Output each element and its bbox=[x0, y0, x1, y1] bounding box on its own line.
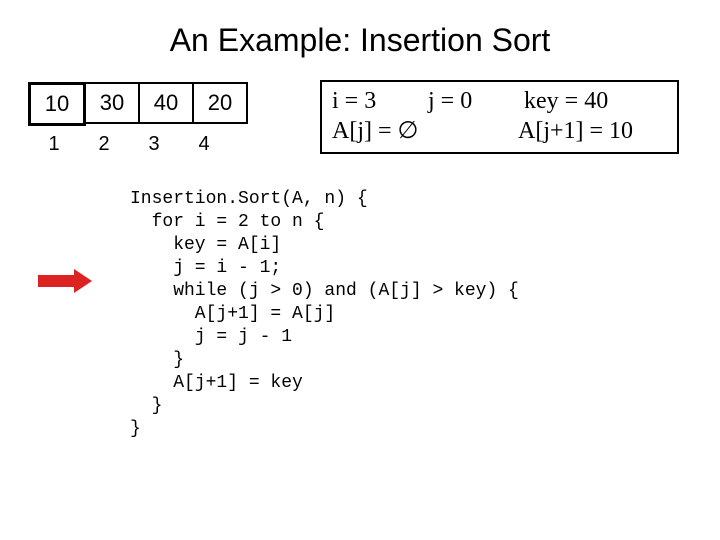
index-label: 3 bbox=[128, 130, 180, 158]
array-cell: 30 bbox=[84, 82, 140, 124]
state-aj: A[j] = ∅ bbox=[332, 116, 512, 146]
arrow-stem bbox=[38, 275, 74, 287]
index-label: 1 bbox=[28, 130, 80, 158]
index-label: 4 bbox=[178, 130, 230, 158]
state-row-1: i = 3 j = 0 key = 40 bbox=[332, 86, 667, 116]
state-i: i = 3 bbox=[332, 86, 422, 116]
state-key: key = 40 bbox=[524, 86, 608, 116]
pointer-arrow-icon bbox=[38, 270, 96, 292]
state-box: i = 3 j = 0 key = 40 A[j] = ∅ A[j+1] = 1… bbox=[320, 80, 679, 154]
index-label: 2 bbox=[78, 130, 130, 158]
array-cell: 10 bbox=[28, 82, 86, 126]
state-ajp1: A[j+1] = 10 bbox=[518, 116, 633, 146]
pseudocode: Insertion.Sort(A, n) { for i = 2 to n { … bbox=[130, 188, 519, 441]
array-cells: 10 30 40 20 bbox=[28, 82, 248, 126]
slide-title: An Example: Insertion Sort bbox=[0, 0, 720, 73]
index-labels: 1 2 3 4 bbox=[28, 130, 230, 158]
state-row-2: A[j] = ∅ A[j+1] = 10 bbox=[332, 116, 667, 146]
arrow-head bbox=[74, 269, 92, 293]
state-j: j = 0 bbox=[428, 86, 518, 116]
array-cell: 40 bbox=[138, 82, 194, 124]
array-cell: 20 bbox=[192, 82, 248, 124]
